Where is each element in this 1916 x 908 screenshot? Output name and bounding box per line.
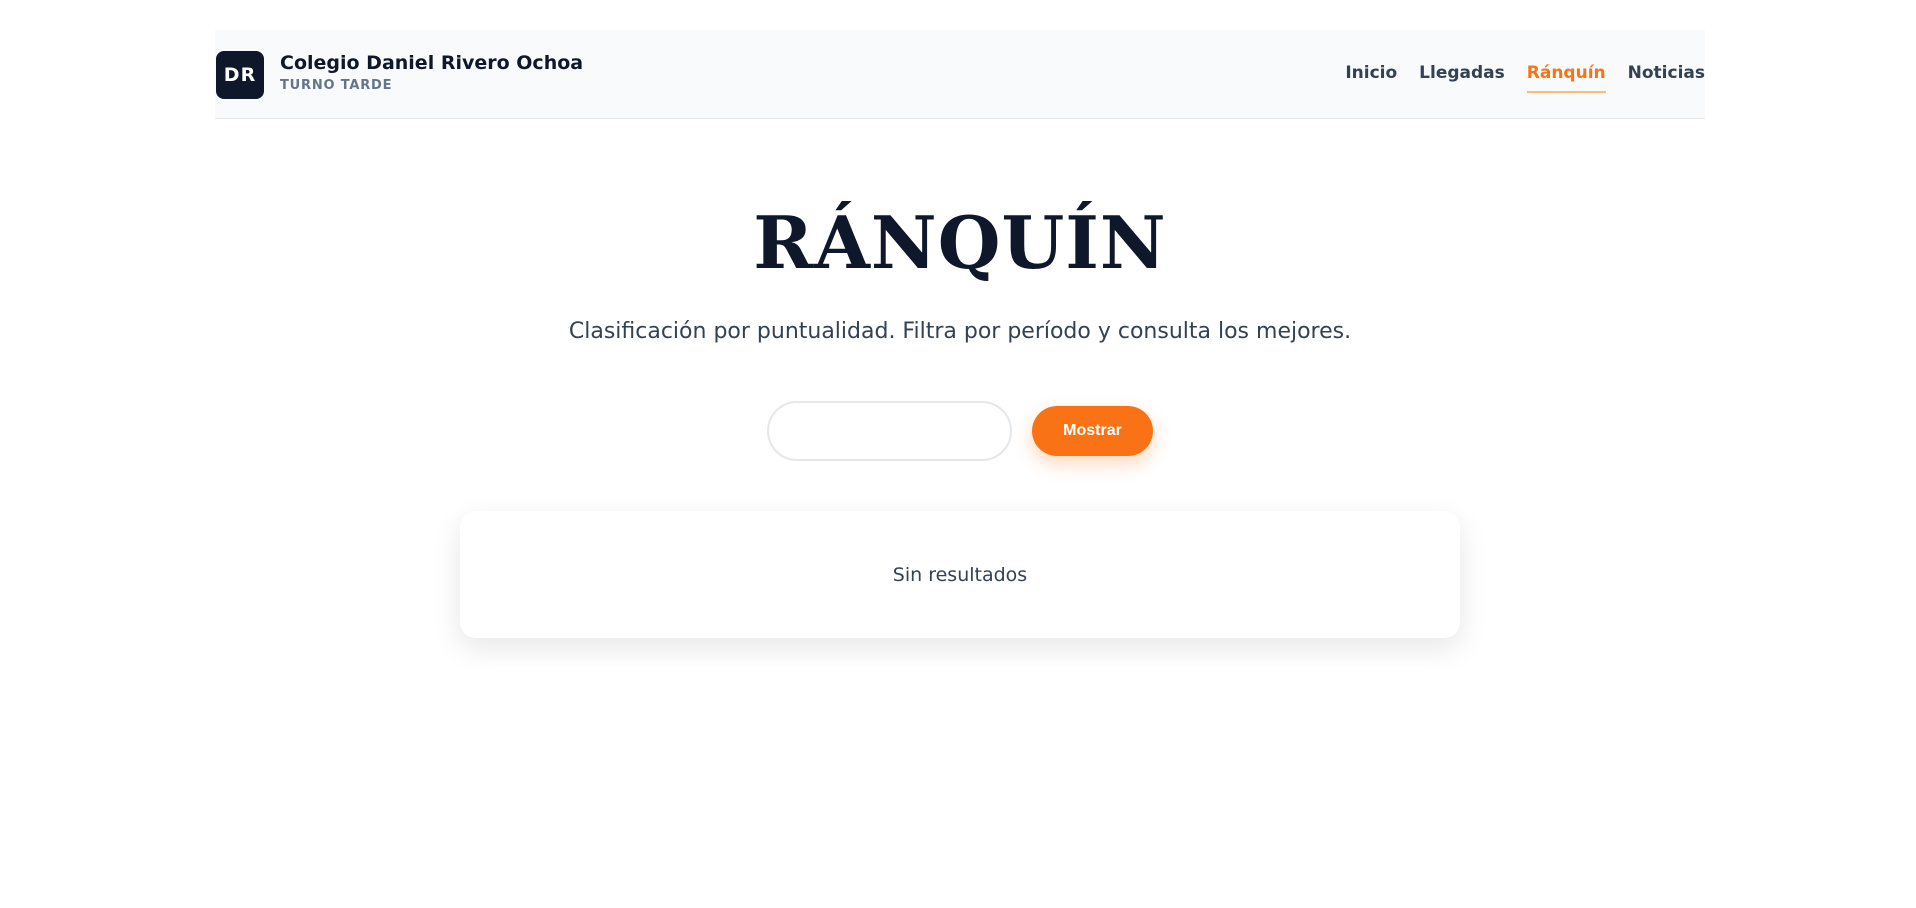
site-header: DR Colegio Daniel Rivero Ochoa TURNO TAR… bbox=[215, 30, 1705, 119]
empty-results-message: Sin resultados bbox=[892, 563, 1028, 586]
period-input[interactable] bbox=[767, 401, 1012, 461]
nav-item-noticias[interactable]: Noticias bbox=[1628, 63, 1705, 93]
shift-label: TURNO TARDE bbox=[280, 78, 393, 93]
school-logo[interactable]: DR bbox=[216, 51, 264, 99]
main-nav: Inicio Llegadas Ránquín Noticias bbox=[1345, 63, 1705, 93]
nav-item-llegadas[interactable]: Llegadas bbox=[1419, 63, 1505, 93]
school-name[interactable]: Colegio Daniel Rivero Ochoa bbox=[280, 52, 583, 74]
nav-item-inicio[interactable]: Inicio bbox=[1345, 63, 1397, 93]
page-title: RÁNQUÍN bbox=[753, 200, 1167, 285]
show-button[interactable]: Mostrar bbox=[1032, 406, 1153, 456]
page-subtitle: Clasificación por puntualidad. Filtra po… bbox=[568, 319, 1352, 344]
nav-item-ranquin[interactable]: Ránquín bbox=[1526, 63, 1606, 93]
results-card: Sin resultados bbox=[460, 511, 1460, 638]
